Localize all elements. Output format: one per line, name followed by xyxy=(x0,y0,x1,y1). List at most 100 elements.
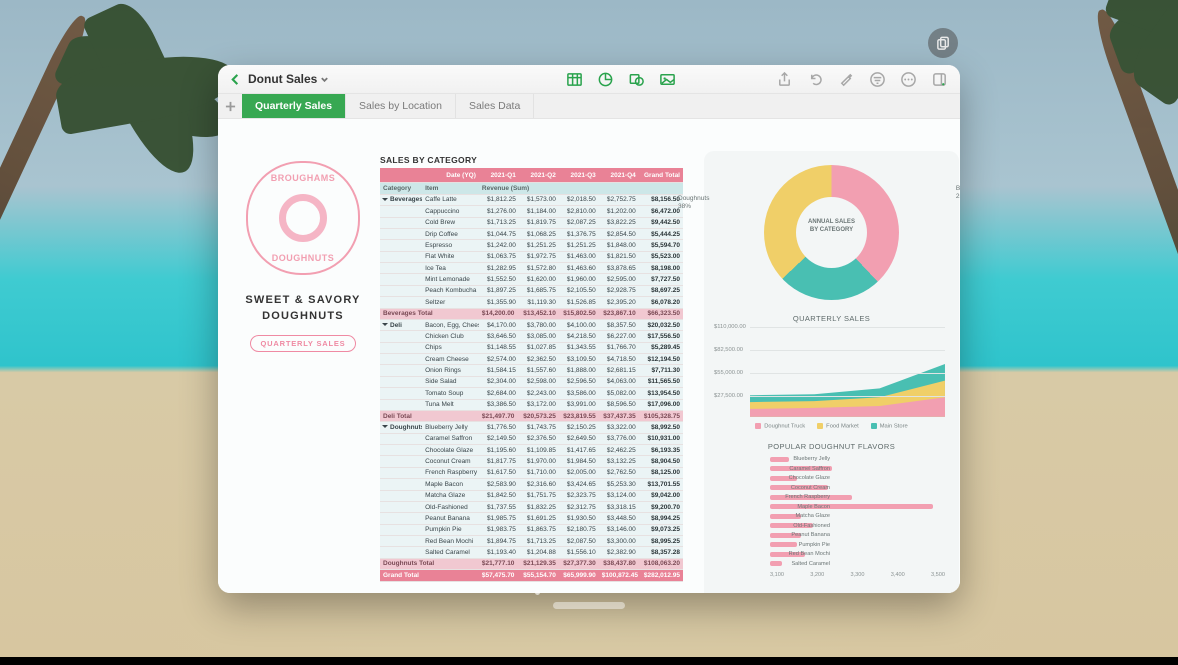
insert-media-icon[interactable] xyxy=(659,71,676,88)
revenue-header: Revenue (Sum) xyxy=(479,183,683,194)
table-row[interactable]: Chocolate Glaze$1,195.60$1,109.85$1,417.… xyxy=(380,445,683,456)
bar-row: Caramel Saffron xyxy=(770,464,945,474)
bar-label: Matcha Glaze xyxy=(778,513,830,519)
table-row[interactable]: Side Salad$2,304.00$2,598.00$2,596.50$4,… xyxy=(380,376,683,387)
palm-tree-decoration xyxy=(964,0,1178,412)
table-subheader-row: Category Item Revenue (Sum) xyxy=(380,183,683,194)
add-sheet-button[interactable] xyxy=(218,94,242,118)
table-row[interactable]: Drip Coffee$1,044.75$1,068.25$1,376.75$2… xyxy=(380,228,683,239)
table-row[interactable]: Peach Kombucha$1,897.25$1,685.75$2,105.5… xyxy=(380,285,683,296)
bar-x-tick: 3,300 xyxy=(851,572,865,578)
bar-row: Red Bean Mochi xyxy=(770,550,945,560)
bar-x-tick: 3,100 xyxy=(770,572,784,578)
logo-bottom-text: DOUGHNUTS xyxy=(272,253,335,263)
undo-icon[interactable] xyxy=(807,71,824,88)
table-row[interactable]: French Raspberry$1,617.50$1,710.00$2,005… xyxy=(380,467,683,478)
table-row[interactable]: DoughnutsBlueberry Jelly$1,776.50$1,743.… xyxy=(380,422,683,433)
col-header: Grand Total xyxy=(639,168,683,183)
spreadsheet-canvas[interactable]: BROUGHAMS DOUGHNUTS SWEET & SAVORY DOUGH… xyxy=(218,119,960,593)
col-header: 2021-Q4 xyxy=(599,168,639,183)
sheet-tab[interactable]: Sales Data xyxy=(456,94,534,118)
table-row[interactable]: Chips$1,148.55$1,027.85$1,343.55$1,766.7… xyxy=(380,342,683,353)
sales-table[interactable]: SALES BY CATEGORY Date (YQ) 2021-Q1 2021… xyxy=(380,155,683,582)
tagline-line: DOUGHNUTS xyxy=(238,309,368,325)
table-row[interactable]: Peanut Banana$1,985.75$1,691.25$1,930.50… xyxy=(380,513,683,524)
screen-bottom-bar xyxy=(0,657,1178,665)
window-titlebar: Donut Sales xyxy=(218,65,960,94)
bar-x-tick: 3,500 xyxy=(931,572,945,578)
table-row[interactable]: Cappuccino$1,276.00$1,184.00$2,810.00$1,… xyxy=(380,206,683,217)
bar-row: Blueberry Jelly xyxy=(770,455,945,465)
table-row[interactable]: Cold Brew$1,713.25$1,819.75$2,087.25$3,8… xyxy=(380,217,683,228)
bar-label: Salted Caramel xyxy=(778,561,830,567)
col-header: 2021-Q1 xyxy=(479,168,519,183)
table-row[interactable]: Coconut Cream$1,817.75$1,970.00$1,984.50… xyxy=(380,456,683,467)
format-brush-icon[interactable] xyxy=(838,71,855,88)
logo-top-text: BROUGHAMS xyxy=(271,173,336,183)
quarterly-sales-button[interactable]: QUARTERLY SALES xyxy=(250,335,357,352)
bar-row: Chocolate Glaze xyxy=(770,474,945,484)
table-row[interactable]: Tomato Soup$2,684.00$2,243.00$3,586.00$5… xyxy=(380,388,683,399)
bar-label: Maple Bacon xyxy=(778,504,830,510)
bar-x-axis: 3,1003,2003,3003,4003,500 xyxy=(770,572,945,578)
table-row[interactable]: Salted Caramel$1,193.40$1,204.88$1,556.1… xyxy=(380,547,683,558)
document-title-text: Donut Sales xyxy=(248,72,317,86)
share-icon[interactable] xyxy=(776,71,793,88)
chevron-down-icon xyxy=(320,75,329,84)
window-grabber[interactable] xyxy=(553,602,625,609)
table-row[interactable]: Espresso$1,242.00$1,251.25$1,251.25$1,84… xyxy=(380,240,683,251)
table-row[interactable]: DeliBacon, Egg, Cheese$4,170.00$3,780.00… xyxy=(380,319,683,330)
table-row[interactable]: Red Bean Mochi$1,894.75$1,713.25$2,087.5… xyxy=(380,536,683,547)
table-row[interactable]: Chicken Club$3,646.50$3,085.00$4,218.50$… xyxy=(380,331,683,342)
col-header: 2021-Q3 xyxy=(559,168,599,183)
table-row[interactable]: Maple Bacon$2,583.90$2,316.60$3,424.65$5… xyxy=(380,479,683,490)
table-row[interactable]: Pumpkin Pie$1,983.75$1,863.75$2,180.75$3… xyxy=(380,524,683,535)
area-y-tick: $55,000.00 xyxy=(714,370,743,376)
bar-label: Chocolate Glaze xyxy=(778,475,830,481)
table-row[interactable]: Matcha Glaze$1,842.50$1,751.75$2,323.75$… xyxy=(380,490,683,501)
table-row[interactable]: BeveragesCaffe Latte$1,812.25$1,573.00$2… xyxy=(380,194,683,205)
filter-icon[interactable] xyxy=(869,71,886,88)
col-header: 2021-Q2 xyxy=(519,168,559,183)
table-row[interactable]: Caramel Saffron$2,149.50$2,376.50$2,649.… xyxy=(380,433,683,444)
item-header: Item xyxy=(422,183,479,194)
palm-tree-decoration xyxy=(0,0,217,415)
table-row[interactable]: Flat White$1,063.75$1,972.75$1,463.00$1,… xyxy=(380,251,683,262)
insert-table-icon[interactable] xyxy=(566,71,583,88)
table-row[interactable]: Tuna Melt$3,386.50$3,172.00$3,991.00$8,5… xyxy=(380,399,683,410)
document-title[interactable]: Donut Sales xyxy=(248,72,329,86)
slice-label-doughnuts: Doughnuts38% xyxy=(678,195,709,211)
sheet-tab[interactable]: Quarterly Sales xyxy=(242,94,346,118)
insert-shape-icon[interactable] xyxy=(628,71,645,88)
table-row[interactable]: Seltzer$1,355.90$1,119.30$1,526.85$2,395… xyxy=(380,297,683,308)
bar-chart[interactable]: POPULAR DOUGHNUT FLAVORS Blueberry Jelly… xyxy=(714,442,949,578)
table-row[interactable]: Old-Fashioned$1,737.55$1,832.25$2,312.75… xyxy=(380,501,683,512)
bar-label: Peanut Banana xyxy=(778,532,830,538)
area-chart[interactable]: QUARTERLY SALES $110,000.00 $82,500.00 $55… xyxy=(714,314,949,430)
back-button[interactable] xyxy=(224,68,246,90)
grand-total-row: Grand Total$57,475.70$55,154.70$65,999.9… xyxy=(380,570,683,581)
bar-row: Pumpkin Pie xyxy=(770,540,945,550)
sheet-tab[interactable]: Sales by Location xyxy=(346,94,456,118)
app-window: Donut Sales Quarterly SalesSales by Loca… xyxy=(218,65,960,593)
bar-row: Peanut Banana xyxy=(770,531,945,541)
donut-icon xyxy=(279,194,327,242)
area-chart-title: QUARTERLY SALES xyxy=(714,314,949,323)
system-duplicate-button[interactable] xyxy=(928,28,958,58)
more-icon[interactable] xyxy=(900,71,917,88)
table-header-row: Date (YQ) 2021-Q1 2021-Q2 2021-Q3 2021-Q… xyxy=(380,168,683,183)
donut-chart[interactable]: ANNUAL SALESBY CATEGORY Doughnuts38% Bev… xyxy=(714,165,949,300)
table-row[interactable]: Cream Cheese$2,574.00$2,362.50$3,109.50$… xyxy=(380,354,683,365)
area-y-tick: $82,500.00 xyxy=(714,347,743,353)
area-y-tick: $110,000.00 xyxy=(714,324,746,330)
bar-row: Old-Fashioned xyxy=(770,521,945,531)
category-header: Category xyxy=(380,183,422,194)
table-row[interactable]: Onion Rings$1,584.15$1,557.60$1,888.00$2… xyxy=(380,365,683,376)
table-row[interactable]: Ice Tea$1,282.95$1,572.80$1,463.60$3,878… xyxy=(380,263,683,274)
bar-row: Salted Caramel xyxy=(770,559,945,569)
inspector-icon[interactable] xyxy=(931,71,948,88)
donut-center-label: ANNUAL SALESBY CATEGORY xyxy=(764,219,899,234)
table-row[interactable]: Mint Lemonade$1,552.50$1,620.00$1,960.00… xyxy=(380,274,683,285)
bar-row: Matcha Glaze xyxy=(770,512,945,522)
insert-chart-icon[interactable] xyxy=(597,71,614,88)
